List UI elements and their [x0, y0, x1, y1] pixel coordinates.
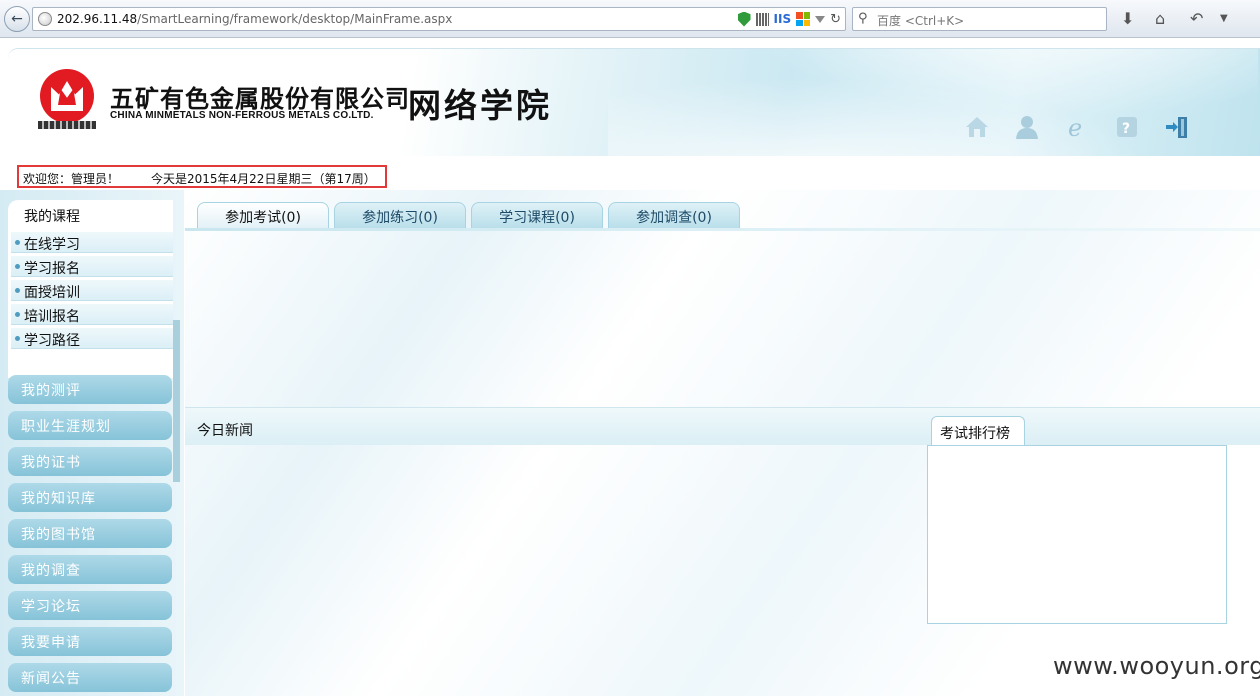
sidebar-scrollbar[interactable]	[173, 320, 180, 482]
search-icon: ⚲	[858, 11, 868, 26]
undo-icon[interactable]: ↶	[1190, 9, 1203, 28]
svg-text:?: ?	[1122, 121, 1130, 137]
company-name-cn: 五矿有色金属股份有限公司	[110, 85, 410, 113]
bullet-icon	[15, 336, 20, 341]
company-name-en: CHINA MINMETALS NON-FERROUS METALS CO.LT…	[110, 110, 374, 121]
sidebar-item-label: 我的证书	[21, 455, 81, 471]
sidebar-item-my-library[interactable]: 我的图书馆	[8, 519, 172, 548]
page-header: 五矿有色金属股份有限公司 CHINA MINMETALS NON-FERROUS…	[8, 48, 1260, 157]
ie-icon[interactable]: e	[1063, 113, 1091, 141]
tab-label: 参加调查(0)	[636, 210, 712, 226]
header-icons: e ?	[963, 113, 1191, 141]
sidebar-item-label: 我的图书馆	[21, 527, 96, 543]
tab-take-exam[interactable]: 参加考试(0)	[197, 202, 329, 228]
url-text[interactable]: 202.96.11.48/SmartLearning/framework/des…	[57, 12, 452, 26]
back-button[interactable]: ←	[4, 6, 30, 32]
address-bar[interactable]: 202.96.11.48/SmartLearning/framework/des…	[32, 7, 846, 31]
sidebar-subitem-label: 在线学习	[24, 237, 80, 253]
welcome-greeting: 欢迎您：管理员！	[23, 172, 120, 186]
iis-badge[interactable]: IIS	[774, 12, 792, 26]
sidebar-subitem-learning-path[interactable]: 学习路径	[11, 328, 173, 349]
sidebar-subitem-training-signup[interactable]: 培训报名	[11, 304, 173, 325]
sidebar-item-label: 新闻公告	[21, 671, 81, 687]
search-bar[interactable]: ⚲ 百度 <Ctrl+K>	[852, 7, 1107, 31]
minmetals-logo	[38, 69, 96, 131]
main-content: 参加考试(0) 参加练习(0) 学习课程(0) 参加调查(0) 今日新闻 考试排…	[185, 190, 1260, 696]
help-icon[interactable]: ?	[1113, 113, 1141, 141]
shield-icon[interactable]	[737, 11, 751, 27]
url-host: 202.96.11.48	[57, 12, 138, 26]
bullet-icon	[15, 312, 20, 317]
bullet-icon	[15, 264, 20, 269]
home-icon[interactable]	[963, 113, 991, 141]
exam-ranking-panel	[927, 445, 1227, 624]
sidebar-item-label: 我的知识库	[21, 491, 96, 507]
qr-code-icon[interactable]	[755, 12, 769, 26]
tab-practice[interactable]: 参加练习(0)	[334, 202, 466, 228]
sidebar-item-label: 我的测评	[21, 383, 81, 399]
sidebar-item-label: 我要申请	[21, 635, 81, 651]
sidebar-subitem-label: 学习报名	[24, 261, 80, 277]
tab-surveys[interactable]: 参加调查(0)	[608, 202, 740, 228]
search-input[interactable]: 百度 <Ctrl+K>	[877, 12, 964, 29]
sidebar-subitem-label: 培训报名	[24, 309, 80, 325]
bullet-icon	[15, 288, 20, 293]
dropdown-arrow-icon[interactable]	[815, 15, 826, 23]
sidebar-item-my-certificates[interactable]: 我的证书	[8, 447, 172, 476]
iis-label: IIS	[773, 12, 792, 26]
exam-ranking-label: 考试排行榜	[940, 426, 1010, 442]
my-course-panel: 我的课程 在线学习 学习报名 面授培训 培训报名 学习路径	[8, 200, 173, 378]
menu-dropdown-icon[interactable]: ▼	[1220, 13, 1228, 24]
sidebar-subitem-label: 学习路径	[24, 333, 80, 349]
sidebar-section-title[interactable]: 我的课程	[24, 206, 80, 226]
tab-underline	[185, 228, 1260, 231]
user-icon[interactable]	[1013, 113, 1041, 141]
sidebar-subitem-course-signup[interactable]: 学习报名	[11, 256, 173, 277]
tab-courses[interactable]: 学习课程(0)	[471, 202, 603, 228]
home-browser-icon[interactable]: ⌂	[1155, 9, 1165, 28]
sidebar-subitem-online-learning[interactable]: 在线学习	[11, 232, 173, 253]
tab-label: 学习课程(0)	[499, 210, 575, 226]
globe-icon	[38, 12, 52, 26]
bullet-icon	[15, 240, 20, 245]
download-icon[interactable]: ⬇	[1121, 9, 1134, 28]
tab-label: 参加练习(0)	[362, 210, 438, 226]
browser-toolbar: ← 202.96.11.48/SmartLearning/framework/d…	[0, 0, 1260, 38]
sidebar-item-my-assessment[interactable]: 我的测评	[8, 375, 172, 404]
sidebar-item-label: 职业生涯规划	[21, 419, 111, 435]
sidebar-item-career-plan[interactable]: 职业生涯规划	[8, 411, 172, 440]
sidebar-item-forum[interactable]: 学习论坛	[8, 591, 172, 620]
sidebar: 我的课程 在线学习 学习报名 面授培训 培训报名 学习路径 我的测评 职业生涯规…	[0, 190, 184, 696]
welcome-bar: 欢迎您：管理员！ 今天是2015年4月22日星期三（第17周）	[17, 165, 387, 188]
news-header: 今日新闻	[185, 407, 1260, 445]
exit-icon[interactable]	[1163, 113, 1191, 141]
arrow-left-icon: ←	[11, 11, 23, 27]
tab-exam-ranking[interactable]: 考试排行榜	[931, 416, 1025, 446]
welcome-date: 今天是2015年4月22日星期三（第17周）	[151, 172, 376, 186]
url-icons: IIS ↻	[737, 10, 841, 28]
sidebar-subitem-label: 面授培训	[24, 285, 80, 301]
sidebar-item-knowledge-base[interactable]: 我的知识库	[8, 483, 172, 512]
logo-base	[38, 121, 96, 129]
sidebar-item-label: 学习论坛	[21, 599, 81, 615]
windows-icon[interactable]	[796, 12, 811, 26]
sidebar-item-apply[interactable]: 我要申请	[8, 627, 172, 656]
news-title: 今日新闻	[197, 423, 253, 439]
reload-icon[interactable]: ↻	[830, 12, 841, 27]
svg-text:e: e	[1068, 114, 1082, 140]
tab-label: 参加考试(0)	[225, 210, 301, 226]
sidebar-item-my-surveys[interactable]: 我的调查	[8, 555, 172, 584]
watermark: www.wooyun.org	[1053, 652, 1260, 680]
sidebar-item-news[interactable]: 新闻公告	[8, 663, 172, 692]
url-path: /SmartLearning/framework/desktop/MainFra…	[137, 12, 453, 26]
sidebar-subitem-classroom-training[interactable]: 面授培训	[11, 280, 173, 301]
sidebar-item-label: 我的调查	[21, 563, 81, 579]
sidebar-scrollbar-thumb[interactable]	[173, 320, 180, 482]
site-name: 网络学院	[408, 86, 552, 125]
